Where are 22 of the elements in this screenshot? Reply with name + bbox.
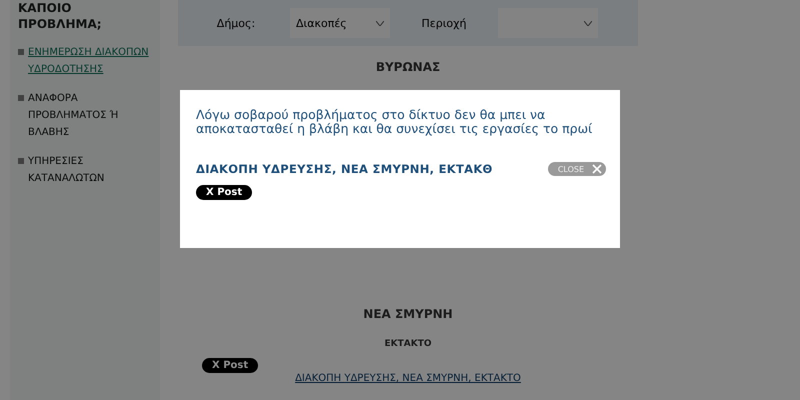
filter-select[interactable]: Διακοπές — [290, 8, 390, 38]
bullet-icon — [18, 49, 24, 55]
post-button[interactable]: X Post — [196, 185, 252, 200]
status-text: ΕΚΤΑΚΤΟ — [384, 339, 432, 349]
filter-label: Περιοχή — [420, 16, 468, 30]
caret-icon — [584, 20, 592, 26]
close-icon — [592, 164, 602, 174]
dialog-title: ΔΙΑΚΟΠΗ ΥΔΡΕΥΣΗΣ, ΝΕΑ ΣΜΥΡΝΗ, ΕΚΤΑΚΘ — [196, 162, 493, 176]
sidebar-item[interactable]: ΥΠΗΡΕΣΙΕΣ ΚΑΤΑΝΑΛΩΤΩΝ — [18, 153, 152, 187]
area-title: ΝΕΑ ΣΜΥΡΝΗ — [363, 307, 453, 321]
caret-icon — [376, 20, 384, 26]
post-button[interactable]: X Post — [202, 358, 258, 373]
notice-link[interactable]: ΔΙΑΚΟΠΗ ΥΔΡΕΥΣΗΣ, ΝΕΑ ΣΜΥΡΝΗ, ΕΚΤΑΚΤΟ — [295, 373, 521, 384]
filter-label: Δήμος: — [216, 16, 256, 30]
filter-select[interactable] — [498, 8, 598, 38]
sidebar-item[interactable]: ΑΝΑΦΟΡΑ ΠΡΟΒΛΗΜΑΤΟΣ Ή ΒΛΑΒΗΣ — [18, 90, 152, 141]
bullet-icon — [18, 158, 24, 164]
bullet-icon — [18, 95, 24, 101]
sidebar-item[interactable]: ΕΝΗΜΕΡΩΣΗ ΔΙΑΚΟΠΩΝ ΥΔΡΟΔΟΤΗΣΗΣ — [18, 44, 152, 78]
dialog-message: Λόγω σοβαρού προβλήματος στο δίκτυο δεν θα μπει να αποκατασταθεί η βλάβη και θα συνεχίσει τις εργασίες το πρωί — [196, 108, 594, 136]
sidebar-heading: ΚΑΠΟΙΟ ΠΡΟΒΛΗΜΑ; — [18, 0, 103, 32]
area-title: ΒΥΡΩΝΑΣ — [376, 60, 440, 74]
